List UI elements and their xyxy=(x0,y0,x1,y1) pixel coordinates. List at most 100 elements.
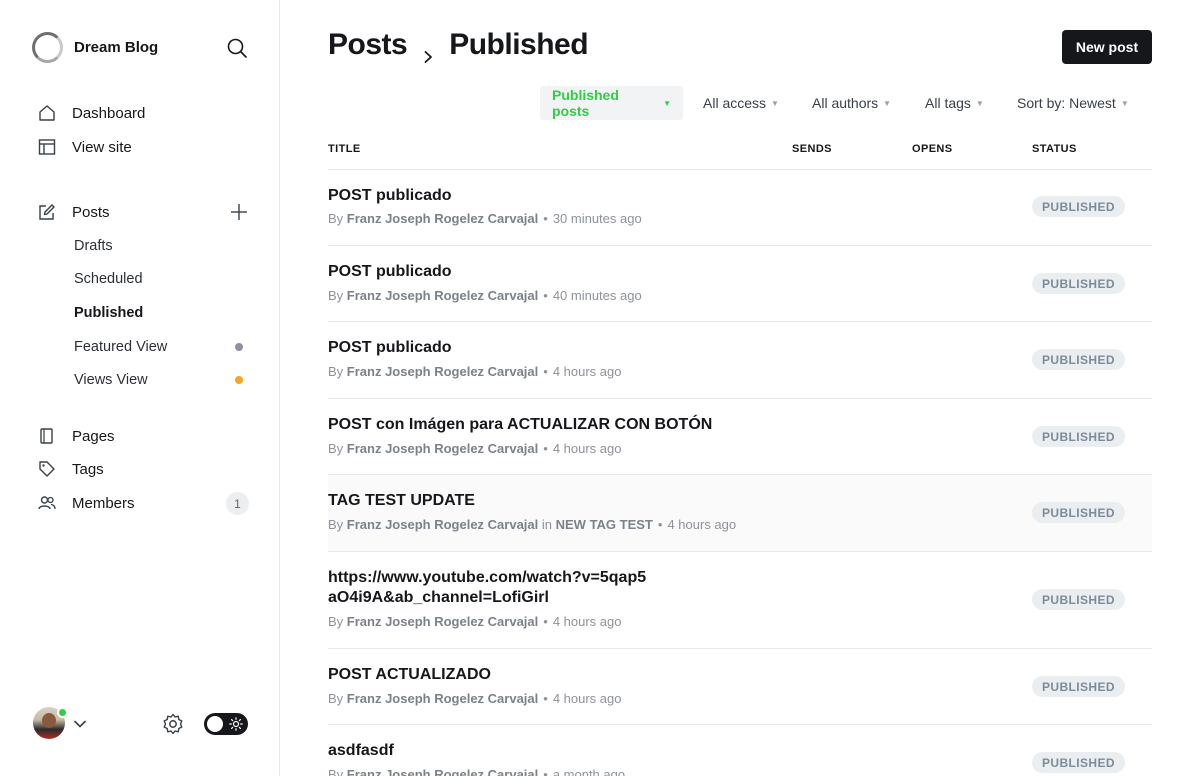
post-author: Franz Joseph Rogelez Carvajal xyxy=(346,691,539,706)
by-label: By xyxy=(328,211,344,226)
filter-authors-dropdown[interactable]: All authors ▼ xyxy=(800,86,903,120)
filter-tags-dropdown[interactable]: All tags ▼ xyxy=(913,86,996,120)
sort-dropdown[interactable]: Sort by: Newest ▼ xyxy=(1005,86,1141,120)
by-label: By xyxy=(328,517,344,532)
post-author: Franz Joseph Rogelez Carvajal xyxy=(346,288,539,303)
column-header-opens: OPENS xyxy=(912,143,953,155)
new-post-button[interactable]: New post xyxy=(1062,30,1152,64)
status-badge: PUBLISHED xyxy=(1032,426,1125,447)
status-badge: PUBLISHED xyxy=(1032,676,1125,697)
nav-dashboard[interactable]: Dashboard xyxy=(38,101,145,125)
post-title[interactable]: POST publicado xyxy=(328,262,748,282)
filter-label: All authors xyxy=(812,95,879,111)
sidebar-item-label: Drafts xyxy=(74,238,113,254)
by-label: By xyxy=(328,691,344,706)
post-title[interactable]: https://www.youtube.com/watch?v=5qap5aO4… xyxy=(328,568,648,608)
status-badge: PUBLISHED xyxy=(1032,589,1125,610)
page-icon xyxy=(38,427,56,445)
sidebar-item-views-view[interactable]: Views View xyxy=(74,369,249,391)
nav-view-site[interactable]: View site xyxy=(38,135,132,159)
page-title: Published xyxy=(449,28,589,61)
post-meta: By Franz Joseph Rogelez Carvajal • 30 minu… xyxy=(328,211,642,226)
edit-icon xyxy=(38,203,56,221)
post-author: Franz Joseph Rogelez Carvajal xyxy=(346,767,539,776)
members-count-badge: 1 xyxy=(226,492,249,515)
post-title[interactable]: TAG TEST UPDATE xyxy=(328,491,748,511)
chevron-down-icon[interactable] xyxy=(73,717,87,731)
nav-pages[interactable]: Pages xyxy=(38,424,115,448)
table-row[interactable]: asdfasdf By Franz Joseph Rogelez Carvaja… xyxy=(328,725,1152,776)
sidebar-item-published[interactable]: Published xyxy=(74,302,249,324)
sidebar-item-drafts[interactable]: Drafts xyxy=(74,235,249,257)
post-author: Franz Joseph Rogelez Carvajal xyxy=(346,211,539,226)
post-author: Franz Joseph Rogelez Carvajal xyxy=(346,364,539,379)
chevron-down-icon: ▼ xyxy=(1120,98,1129,108)
filter-type-dropdown[interactable]: Published posts ▼ xyxy=(540,86,683,120)
table-row[interactable]: TAG TEST UPDATE By Franz Joseph Rogelez … xyxy=(328,475,1152,552)
sidebar: Dream Blog Dashboard View site Posts Dra… xyxy=(0,0,280,776)
column-header-sends: SENDS xyxy=(792,143,832,155)
post-meta: By Franz Joseph Rogelez Carvajal • 4 hours… xyxy=(328,364,622,379)
nav-members-label: Members xyxy=(72,494,135,512)
table-row[interactable]: POST ACTUALIZADO By Franz Joseph Rogelez… xyxy=(328,649,1152,725)
post-tag[interactable]: NEW TAG TEST xyxy=(556,517,653,532)
post-time: 4 hours ago xyxy=(667,517,737,532)
table-row[interactable]: POST con Imágen para ACTUALIZAR CON BOTÓ… xyxy=(328,399,1152,475)
add-post-plus-icon[interactable] xyxy=(229,202,249,222)
search-icon[interactable] xyxy=(226,37,248,59)
table-row[interactable]: POST publicado By Franz Joseph Rogelez C… xyxy=(328,170,1152,246)
sidebar-item-label: Views View xyxy=(74,372,148,388)
nav-view-site-label: View site xyxy=(72,138,132,156)
post-time: 30 minutes ago xyxy=(552,211,642,226)
dark-mode-toggle[interactable] xyxy=(204,713,248,735)
brand[interactable]: Dream Blog xyxy=(32,32,158,63)
post-meta: By Franz Joseph Rogelez Carvajal • 40 minu… xyxy=(328,288,642,303)
column-header-status: STATUS xyxy=(1032,143,1077,155)
table-row[interactable]: POST publicado By Franz Joseph Rogelez C… xyxy=(328,246,1152,322)
post-time: 4 hours ago xyxy=(552,691,622,706)
post-title[interactable]: POST ACTUALIZADO xyxy=(328,665,748,685)
filter-label: Sort by: Newest xyxy=(1017,95,1116,111)
site-name: Dream Blog xyxy=(74,39,159,56)
status-badge: PUBLISHED xyxy=(1032,349,1125,370)
by-label: By xyxy=(328,441,344,456)
column-header-title: TITLE xyxy=(328,143,361,155)
chevron-right-icon xyxy=(421,38,435,63)
sidebar-item-scheduled[interactable]: Scheduled xyxy=(74,268,249,290)
post-title[interactable]: POST publicado xyxy=(328,338,748,358)
view-color-dot xyxy=(235,376,243,384)
status-badge: PUBLISHED xyxy=(1032,502,1125,523)
post-author: Franz Joseph Rogelez Carvajal xyxy=(346,614,539,629)
nav-dashboard-label: Dashboard xyxy=(72,104,146,122)
post-title[interactable]: POST con Imágen para ACTUALIZAR CON BOTÓ… xyxy=(328,415,848,435)
chevron-down-icon: ▼ xyxy=(883,98,892,108)
members-icon xyxy=(38,494,56,512)
table-row[interactable]: https://www.youtube.com/watch?v=5qap5aO4… xyxy=(328,552,1152,649)
chevron-down-icon: ▼ xyxy=(663,98,671,108)
nav-tags[interactable]: Tags xyxy=(38,457,104,481)
chevron-down-icon: ▼ xyxy=(975,98,984,108)
filter-access-dropdown[interactable]: All access ▼ xyxy=(691,86,791,120)
home-icon xyxy=(38,104,56,122)
nav-pages-label: Pages xyxy=(72,427,115,445)
sidebar-item-label: Featured View xyxy=(74,339,168,355)
post-time: 40 minutes ago xyxy=(552,288,642,303)
post-time: 4 hours ago xyxy=(552,614,622,629)
by-label: By xyxy=(328,364,344,379)
breadcrumb-posts-link[interactable]: Posts xyxy=(328,28,408,62)
post-title[interactable]: asdfasdf xyxy=(328,741,748,761)
sidebar-item-label: Scheduled xyxy=(74,271,143,287)
toggle-knob xyxy=(207,716,223,732)
post-title[interactable]: POST publicado xyxy=(328,186,748,206)
nav-posts[interactable]: Posts xyxy=(38,200,110,224)
nav-members[interactable]: Members xyxy=(38,491,135,515)
post-meta: By Franz Joseph Rogelez Carvajal • 4 hours… xyxy=(328,441,622,456)
table-row[interactable]: POST publicado By Franz Joseph Rogelez C… xyxy=(328,322,1152,399)
avatar-face xyxy=(42,713,56,728)
in-label: in xyxy=(541,517,552,532)
post-time: a month ago xyxy=(552,767,626,776)
sidebar-item-featured-view[interactable]: Featured View xyxy=(74,336,249,358)
nav-tags-label: Tags xyxy=(72,460,104,478)
gear-icon[interactable] xyxy=(161,712,185,736)
layout-icon xyxy=(38,138,56,156)
